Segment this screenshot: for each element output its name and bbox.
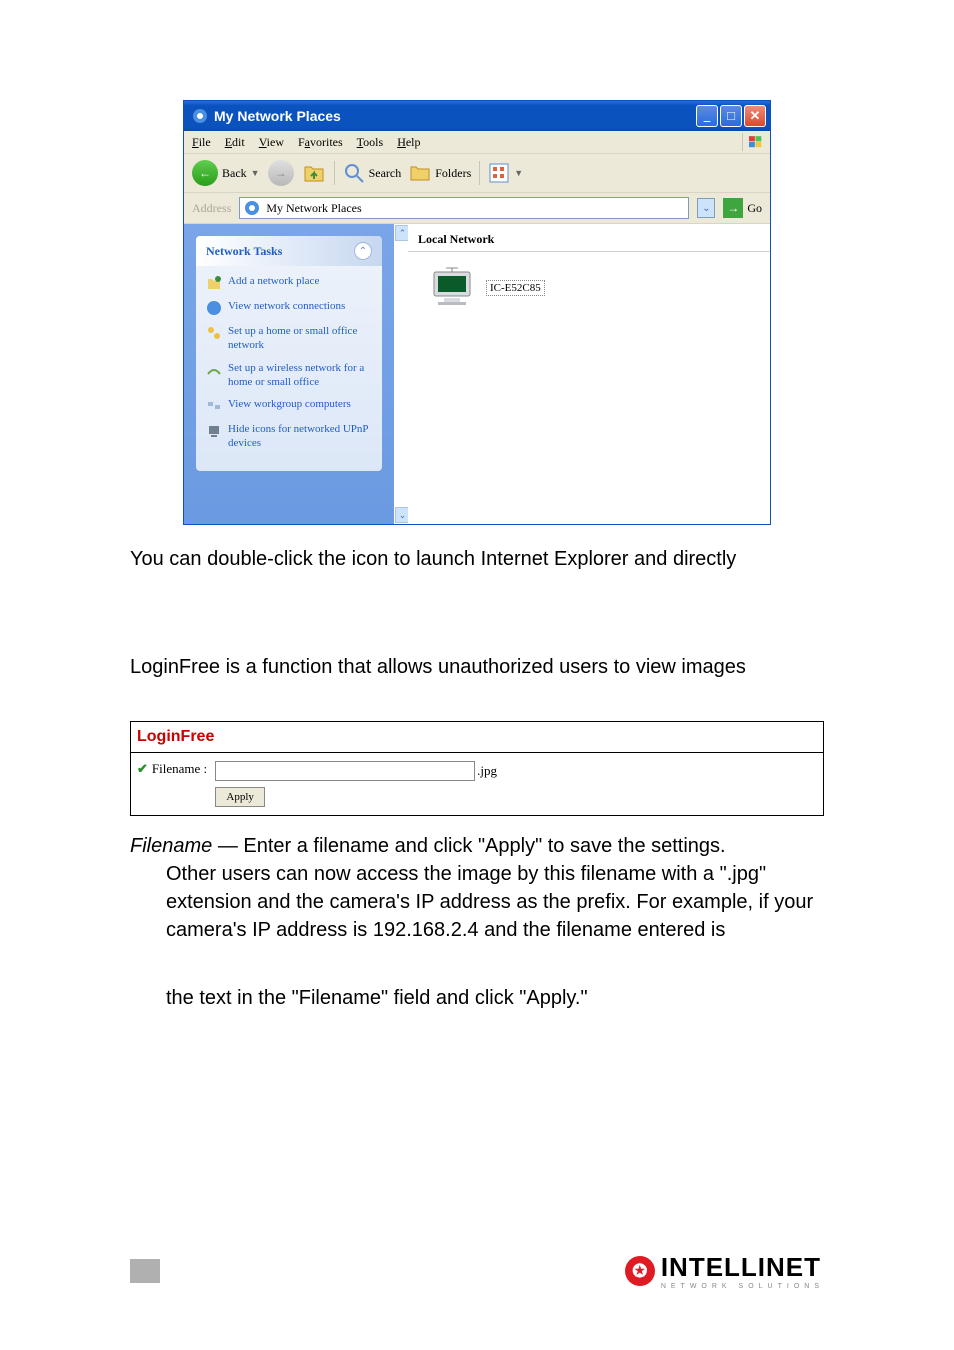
tasks-pane: Network Tasks ⌃ Add a network place View… bbox=[184, 224, 394, 524]
menu-view[interactable]: View bbox=[259, 135, 284, 150]
task-hide-upnp[interactable]: Hide icons for networked UPnP devices bbox=[206, 422, 372, 451]
window-title: My Network Places bbox=[214, 108, 696, 124]
go-arrow-icon: → bbox=[723, 198, 743, 218]
check-icon: ✔ bbox=[137, 761, 148, 777]
views-button[interactable]: ▼ bbox=[488, 162, 523, 184]
folders-button[interactable]: Folders bbox=[409, 162, 471, 184]
device-item[interactable]: IC-E52C85 bbox=[408, 264, 770, 312]
monitor-icon bbox=[428, 264, 476, 312]
group-header: Local Network bbox=[408, 228, 770, 252]
description-block: Filename — Enter a filename and click "A… bbox=[130, 832, 824, 1012]
filename-input[interactable] bbox=[215, 761, 475, 781]
workgroup-icon bbox=[206, 398, 222, 414]
menu-favorites[interactable]: Favorites bbox=[298, 135, 343, 150]
address-dropdown[interactable]: ⌄ bbox=[697, 198, 715, 218]
connections-icon bbox=[206, 300, 222, 316]
brand-logo: ✪ INTELLINET NETWORK SOLUTIONS bbox=[625, 1252, 824, 1290]
inner-scrollbar[interactable]: ⌃ ⌄ bbox=[394, 224, 408, 524]
menubar: File Edit View Favorites Tools Help bbox=[184, 131, 770, 154]
desc-label: Filename bbox=[130, 835, 212, 857]
menu-tools[interactable]: Tools bbox=[357, 135, 384, 150]
menu-file[interactable]: File bbox=[192, 135, 211, 150]
collapse-icon[interactable]: ⌃ bbox=[354, 242, 372, 260]
task-view-connections[interactable]: View network connections bbox=[206, 299, 372, 316]
network-places-icon bbox=[192, 108, 208, 124]
address-field[interactable]: My Network Places bbox=[239, 197, 689, 219]
titlebar: My Network Places _ □ ✕ bbox=[184, 101, 770, 131]
add-place-icon bbox=[206, 275, 222, 291]
folders-icon bbox=[409, 162, 431, 184]
extension-label: .jpg bbox=[477, 763, 497, 779]
task-home-network[interactable]: Set up a home or small office network bbox=[206, 324, 372, 353]
content-area: Network Tasks ⌃ Add a network place View… bbox=[184, 224, 770, 524]
apply-button[interactable]: Apply bbox=[215, 787, 265, 807]
views-icon bbox=[488, 162, 510, 184]
back-icon: ← bbox=[192, 160, 218, 186]
footer: ✪ INTELLINET NETWORK SOLUTIONS bbox=[0, 1252, 954, 1290]
paragraph-1: You can double-click the icon to launch … bbox=[130, 545, 824, 573]
up-folder-icon[interactable] bbox=[302, 161, 326, 185]
brand-icon: ✪ bbox=[625, 1256, 655, 1286]
paragraph-2: LoginFree is a function that allows unau… bbox=[130, 653, 824, 681]
task-add-network-place[interactable]: Add a network place bbox=[206, 274, 372, 291]
device-label: IC-E52C85 bbox=[486, 280, 545, 296]
main-pane: Local Network IC-E52C85 bbox=[408, 224, 770, 524]
address-bar: Address My Network Places ⌄ → Go bbox=[184, 193, 770, 224]
loginfree-title: LoginFree bbox=[131, 722, 823, 753]
search-icon bbox=[343, 162, 365, 184]
tasks-header[interactable]: Network Tasks ⌃ bbox=[196, 236, 382, 266]
forward-button[interactable]: → bbox=[268, 160, 294, 186]
back-button[interactable]: ← Back ▼ bbox=[192, 160, 260, 186]
search-button[interactable]: Search bbox=[343, 162, 402, 184]
go-button[interactable]: → Go bbox=[723, 198, 762, 218]
page-number-box bbox=[130, 1259, 160, 1283]
xp-window: My Network Places _ □ ✕ File Edit View F… bbox=[183, 100, 771, 525]
network-places-small-icon bbox=[244, 200, 260, 216]
loginfree-panel: LoginFree ✔ Filename : .jpg Apply bbox=[130, 721, 824, 816]
minimize-button[interactable]: _ bbox=[696, 105, 718, 127]
upnp-icon bbox=[206, 423, 222, 439]
windows-flag-icon bbox=[742, 133, 762, 151]
task-wireless-network[interactable]: Set up a wireless network for a home or … bbox=[206, 361, 372, 390]
menu-help[interactable]: Help bbox=[397, 135, 420, 150]
wireless-icon bbox=[206, 362, 222, 378]
home-network-icon bbox=[206, 325, 222, 341]
address-label: Address bbox=[192, 201, 231, 216]
maximize-button[interactable]: □ bbox=[720, 105, 742, 127]
filename-label: Filename : bbox=[152, 761, 207, 777]
menu-edit[interactable]: Edit bbox=[225, 135, 245, 150]
task-workgroup[interactable]: View workgroup computers bbox=[206, 397, 372, 414]
close-button[interactable]: ✕ bbox=[744, 105, 766, 127]
toolbar: ← Back ▼ → Search Folders ▼ bbox=[184, 154, 770, 193]
